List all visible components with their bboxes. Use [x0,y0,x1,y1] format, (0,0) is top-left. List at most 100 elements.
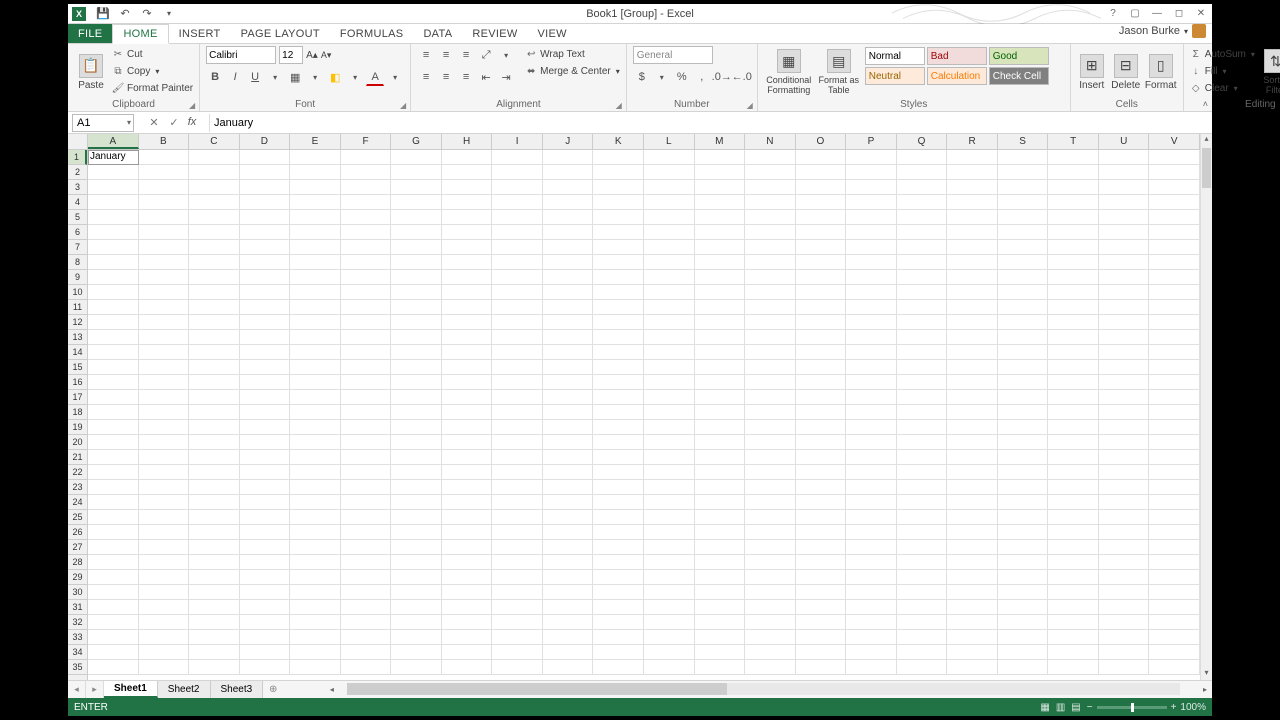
cell-S3[interactable] [998,180,1049,195]
cell-F33[interactable] [341,630,392,645]
cell-C27[interactable] [189,540,240,555]
cell-O21[interactable] [796,450,847,465]
cell-C10[interactable] [189,285,240,300]
cell-E7[interactable] [290,240,341,255]
save-icon[interactable]: 💾 [96,7,110,21]
cell-U23[interactable] [1099,480,1150,495]
cell-E9[interactable] [290,270,341,285]
cell-G1[interactable] [391,150,442,165]
cell-K34[interactable] [593,645,644,660]
cell-G33[interactable] [391,630,442,645]
cell-B20[interactable] [139,435,190,450]
cell-J31[interactable] [543,600,594,615]
col-header-K[interactable]: K [593,134,644,149]
cell-S24[interactable] [998,495,1049,510]
cell-G32[interactable] [391,615,442,630]
cell-O29[interactable] [796,570,847,585]
cell-S14[interactable] [998,345,1049,360]
cell-E19[interactable] [290,420,341,435]
cell-C26[interactable] [189,525,240,540]
cell-F1[interactable] [341,150,392,165]
cell-I9[interactable] [492,270,543,285]
cell-N11[interactable] [745,300,796,315]
cell-V35[interactable] [1149,660,1200,675]
cell-U6[interactable] [1099,225,1150,240]
cell-C13[interactable] [189,330,240,345]
cell-S8[interactable] [998,255,1049,270]
cell-A35[interactable] [88,660,139,675]
cell-N14[interactable] [745,345,796,360]
cell-H27[interactable] [442,540,493,555]
cell-styles-gallery[interactable]: NormalBadGoodNeutralCalculationCheck Cel… [864,46,1064,86]
redo-icon[interactable]: ↷ [140,7,154,21]
cell-T4[interactable] [1048,195,1099,210]
cell-I2[interactable] [492,165,543,180]
cell-H9[interactable] [442,270,493,285]
tab-formulas[interactable]: FORMULAS [330,24,414,43]
cell-M24[interactable] [695,495,746,510]
tab-data[interactable]: DATA [413,24,462,43]
decrease-indent-icon[interactable]: ⇤ [477,68,495,86]
cell-M26[interactable] [695,525,746,540]
cell-B27[interactable] [139,540,190,555]
cell-A24[interactable] [88,495,139,510]
cell-T29[interactable] [1048,570,1099,585]
cell-F3[interactable] [341,180,392,195]
cell-L3[interactable] [644,180,695,195]
cell-P17[interactable] [846,390,897,405]
cell-A22[interactable] [88,465,139,480]
row-header-30[interactable]: 30 [68,585,87,600]
cell-Q24[interactable] [897,495,948,510]
cell-R25[interactable] [947,510,998,525]
cell-O34[interactable] [796,645,847,660]
cell-C3[interactable] [189,180,240,195]
cell-F26[interactable] [341,525,392,540]
cell-B8[interactable] [139,255,190,270]
col-header-C[interactable]: C [189,134,240,149]
cell-L9[interactable] [644,270,695,285]
cell-M34[interactable] [695,645,746,660]
cell-A12[interactable] [88,315,139,330]
cell-V21[interactable] [1149,450,1200,465]
row-header-29[interactable]: 29 [68,570,87,585]
cell-C32[interactable] [189,615,240,630]
cell-D34[interactable] [240,645,291,660]
cell-R1[interactable] [947,150,998,165]
cell-T1[interactable] [1048,150,1099,165]
cell-G17[interactable] [391,390,442,405]
sheet-tab-sheet3[interactable]: Sheet3 [211,681,264,698]
cell-K11[interactable] [593,300,644,315]
cell-Q27[interactable] [897,540,948,555]
row-header-12[interactable]: 12 [68,315,87,330]
cell-E31[interactable] [290,600,341,615]
cell-U9[interactable] [1099,270,1150,285]
fill-button[interactable]: ↓Fill▾ [1190,63,1255,80]
user-dropdown-icon[interactable]: ▾ [1184,27,1188,36]
cell-M22[interactable] [695,465,746,480]
cell-L31[interactable] [644,600,695,615]
cell-O17[interactable] [796,390,847,405]
cell-A5[interactable] [88,210,139,225]
row-header-2[interactable]: 2 [68,165,87,180]
cell-S22[interactable] [998,465,1049,480]
cell-O33[interactable] [796,630,847,645]
cell-A8[interactable] [88,255,139,270]
cell-E20[interactable] [290,435,341,450]
row-header-7[interactable]: 7 [68,240,87,255]
cell-K7[interactable] [593,240,644,255]
cell-N32[interactable] [745,615,796,630]
col-header-R[interactable]: R [947,134,998,149]
col-header-B[interactable]: B [139,134,190,149]
cell-B24[interactable] [139,495,190,510]
cell-F12[interactable] [341,315,392,330]
cell-T16[interactable] [1048,375,1099,390]
cell-D19[interactable] [240,420,291,435]
cell-D32[interactable] [240,615,291,630]
cell-D31[interactable] [240,600,291,615]
cell-G8[interactable] [391,255,442,270]
row-header-33[interactable]: 33 [68,630,87,645]
cell-L8[interactable] [644,255,695,270]
row-header-28[interactable]: 28 [68,555,87,570]
cell-P6[interactable] [846,225,897,240]
insert-function-icon[interactable]: fx [187,116,201,129]
